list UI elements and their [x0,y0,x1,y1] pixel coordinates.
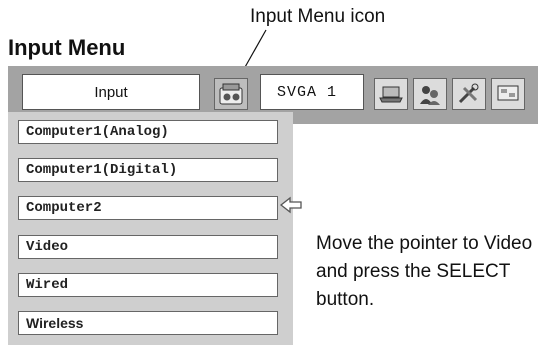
laptop-icon[interactable] [374,78,408,110]
tools-icon[interactable] [452,78,486,110]
menu-item-video[interactable]: Video [18,235,278,259]
people-icon[interactable] [413,78,447,110]
page-title: Input Menu [8,35,126,60]
toolbar-source-value: SVGA 1 [260,74,364,110]
screen-icon[interactable] [491,78,525,110]
menu-item-computer1-analog[interactable]: Computer1(Analog) [18,120,278,144]
toolbar-input-label: Input [22,74,200,110]
menu-item-wireless[interactable]: Wireless [18,311,278,335]
menu-item-wired[interactable]: Wired [18,273,278,297]
annotation-label: Input Menu icon [250,6,386,27]
menu-item-computer2[interactable]: Computer2 [18,196,278,220]
instruction-text: Move the pointer to Video and press the … [316,233,533,310]
input-menu-icon[interactable] [214,78,248,110]
pointer-arrow-icon [280,196,302,214]
menu-item-computer1-digital[interactable]: Computer1(Digital) [18,158,278,182]
